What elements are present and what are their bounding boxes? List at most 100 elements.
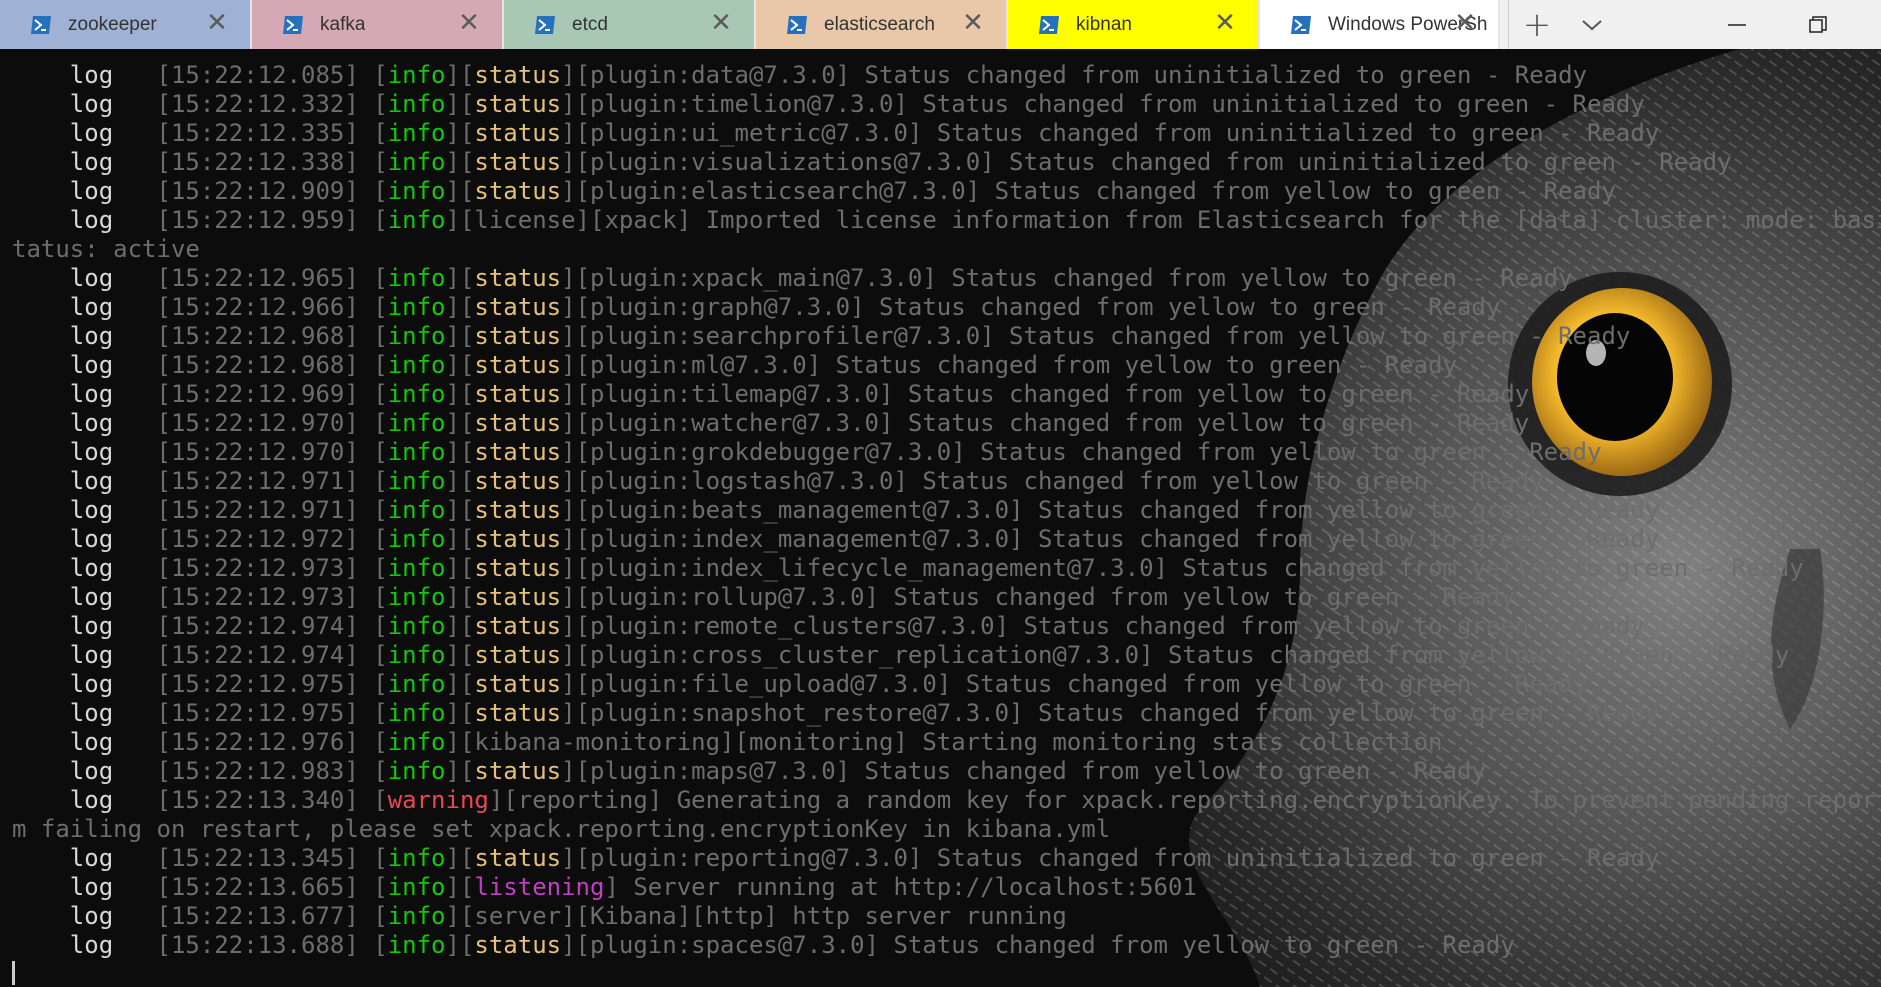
log-prefix: log <box>12 699 157 727</box>
log-prefix: log <box>12 119 157 147</box>
log-tag: status <box>474 641 562 669</box>
terminal-pane[interactable]: log [15:22:12.085] [info][status][plugin… <box>0 49 1881 987</box>
log-tag: status <box>474 61 562 89</box>
log-line: log [15:22:12.970] [info][status][plugin… <box>12 409 1530 437</box>
tab-title: kibnan <box>1076 13 1132 35</box>
tab-title: zookeeper <box>68 13 157 35</box>
close-icon[interactable]: ✕ <box>962 10 984 36</box>
log-level: info <box>387 844 446 872</box>
log-level: info <box>387 873 446 901</box>
tab-kibnan[interactable]: kibnan ✕ <box>1008 0 1260 49</box>
log-line: log [15:22:12.974] [info][status][plugin… <box>12 641 1790 669</box>
timestamp: [15:22:12.971] <box>156 467 374 495</box>
log-level: info <box>387 148 446 176</box>
log-level: info <box>387 467 446 495</box>
log-prefix: log <box>12 409 157 437</box>
log-line: log [15:22:13.665] [info][listening] Ser… <box>12 873 1197 901</box>
log-message: [plugin:index_management@7.3.0] Status c… <box>575 525 1660 553</box>
tab-elasticsearch[interactable]: elasticsearch ✕ <box>756 0 1008 49</box>
timestamp: [15:22:12.970] <box>156 438 374 466</box>
log-prefix: log <box>12 90 157 118</box>
log-line: log [15:22:12.971] [info][status][plugin… <box>12 496 1660 524</box>
log-line: log [15:22:12.965] [info][status][plugin… <box>12 264 1573 292</box>
log-line: log [15:22:12.975] [info][status][plugin… <box>12 670 1588 698</box>
tab-dropdown-button[interactable] <box>1565 0 1619 49</box>
log-message: [license][xpack] Imported license inform… <box>459 206 1881 234</box>
log-level: info <box>387 612 446 640</box>
timestamp: [15:22:13.688] <box>156 931 374 959</box>
log-line: log [15:22:12.970] [info][status][plugin… <box>12 438 1602 466</box>
powershell-icon <box>31 15 51 34</box>
timestamp: [15:22:12.975] <box>156 670 374 698</box>
timestamp: [15:22:13.345] <box>156 844 374 872</box>
timestamp: [15:22:12.338] <box>156 148 374 176</box>
chevron-down-icon <box>1582 19 1602 30</box>
timestamp: [15:22:12.975] <box>156 699 374 727</box>
log-level: info <box>387 496 446 524</box>
log-message: [plugin:graph@7.3.0] Status changed from… <box>575 293 1501 321</box>
text-cursor <box>12 961 15 985</box>
tab-actions: + <box>1500 0 1619 49</box>
log-tag: status <box>474 699 562 727</box>
log-level: info <box>387 351 446 379</box>
log-tag: status <box>474 380 562 408</box>
log-tag: status <box>474 264 562 292</box>
close-icon[interactable]: ✕ <box>710 10 732 36</box>
timestamp: [15:22:12.972] <box>156 525 374 553</box>
log-level: info <box>387 409 446 437</box>
restore-icon <box>1809 15 1827 33</box>
log-prefix: log <box>12 525 157 553</box>
log-message: [plugin:visualizations@7.3.0] Status cha… <box>575 148 1732 176</box>
log-message: [plugin:snapshot_restore@7.3.0] Status c… <box>575 699 1660 727</box>
tab-title: elasticsearch <box>824 13 935 35</box>
tab-zookeeper[interactable]: zookeeper ✕ <box>0 0 252 49</box>
log-tag: status <box>474 583 562 611</box>
log-message: tatus: active <box>12 235 200 263</box>
plus-icon: + <box>1522 4 1552 45</box>
log-line: log [15:22:12.983] [info][status][plugin… <box>12 757 1486 785</box>
restore-button[interactable] <box>1783 0 1853 49</box>
close-icon[interactable]: ✕ <box>1214 10 1236 36</box>
log-line: log [15:22:12.971] [info][status][plugin… <box>12 467 1544 495</box>
tab-kafka[interactable]: kafka ✕ <box>252 0 504 49</box>
tab-etcd[interactable]: etcd ✕ <box>504 0 756 49</box>
log-tag: status <box>474 467 562 495</box>
log-message: m failing on restart, please set xpack.r… <box>12 815 1111 843</box>
close-icon[interactable]: ✕ <box>458 10 480 36</box>
log-message: Server running at http://localhost:5601 <box>618 873 1197 901</box>
log-message: [plugin:ui_metric@7.3.0] Status changed … <box>575 119 1660 147</box>
log-line: log [15:22:12.335] [info][status][plugin… <box>12 119 1660 147</box>
minimize-button[interactable] <box>1702 0 1772 49</box>
log-tag: status <box>474 148 562 176</box>
minimize-icon <box>1728 23 1746 26</box>
log-tag: status <box>474 612 562 640</box>
log-line: log [15:22:12.085] [info][status][plugin… <box>12 61 1588 89</box>
log-prefix: log <box>12 351 157 379</box>
log-prefix: log <box>12 322 157 350</box>
log-level: info <box>387 728 446 756</box>
log-message: [plugin:watcher@7.3.0] Status changed fr… <box>575 409 1530 437</box>
new-tab-button[interactable]: + <box>1508 0 1565 49</box>
log-line: tatus: active <box>12 235 1881 264</box>
log-message: [plugin:file_upload@7.3.0] Status change… <box>575 670 1588 698</box>
log-message: [plugin:tilemap@7.3.0] Status changed fr… <box>575 380 1530 408</box>
log-prefix: log <box>12 206 157 234</box>
log-line: log [15:22:12.968] [info][status][plugin… <box>12 351 1457 379</box>
powershell-icon <box>787 15 807 34</box>
log-tag: status <box>474 670 562 698</box>
timestamp: [15:22:12.968] <box>156 322 374 350</box>
log-message: [plugin:rollup@7.3.0] Status changed fro… <box>575 583 1515 611</box>
close-icon[interactable]: ✕ <box>206 10 228 36</box>
log-line: log [15:22:12.973] [info][status][plugin… <box>12 583 1515 611</box>
tab-windows-powersh[interactable]: Windows PowerSh ✕ <box>1260 0 1500 49</box>
log-level: info <box>387 380 446 408</box>
log-prefix: log <box>12 931 157 959</box>
log-line: log [15:22:13.340] [warning][reporting] … <box>12 786 1881 815</box>
close-icon[interactable]: ✕ <box>1454 10 1476 36</box>
log-prefix: log <box>12 641 157 669</box>
log-level: info <box>387 757 446 785</box>
log-prefix: log <box>12 786 157 814</box>
log-message: [kibana-monitoring][monitoring] Starting… <box>459 728 1443 756</box>
timestamp: [15:22:12.983] <box>156 757 374 785</box>
log-message: [plugin:beats_management@7.3.0] Status c… <box>575 496 1660 524</box>
